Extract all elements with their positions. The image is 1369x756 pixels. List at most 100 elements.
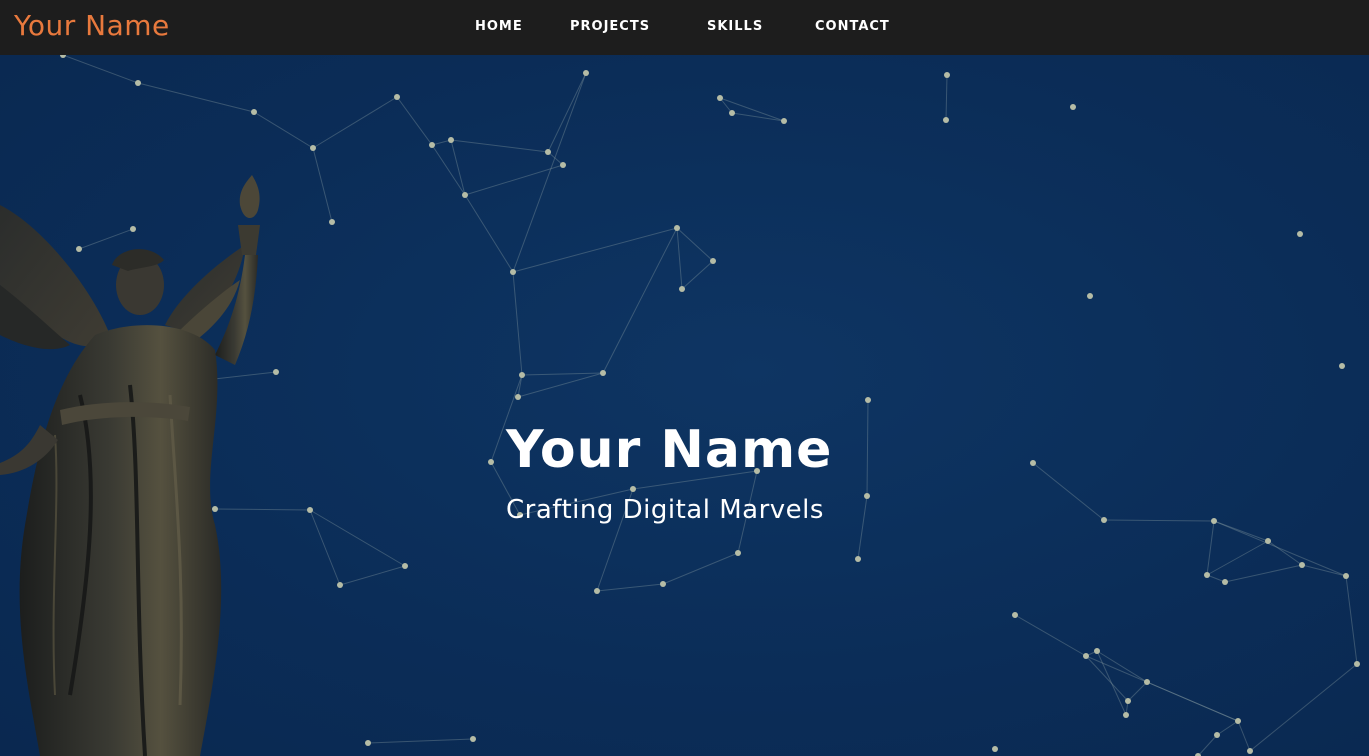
network-node: [943, 117, 949, 123]
network-edge: [367, 738, 474, 744]
network-edge: [866, 399, 869, 497]
network-node: [594, 588, 600, 594]
network-node: [1125, 698, 1131, 704]
network-node: [1299, 562, 1305, 568]
network-node: [560, 162, 566, 168]
network-edge: [512, 271, 523, 376]
network-node: [992, 746, 998, 752]
network-edge: [521, 372, 604, 376]
network-edge: [857, 495, 868, 560]
nav-link-home[interactable]: HOME: [475, 19, 523, 34]
network-node: [660, 581, 666, 587]
network-node: [583, 70, 589, 76]
network-edge: [450, 139, 466, 196]
network-node: [729, 110, 735, 116]
hero-section: Your Name Crafting Digital Marvels: [0, 55, 1369, 756]
network-node: [1265, 538, 1271, 544]
network-node: [394, 94, 400, 100]
network-edge: [431, 144, 466, 196]
network-edge: [945, 74, 948, 121]
network-node: [462, 192, 468, 198]
network-edge: [312, 96, 398, 149]
network-node: [1297, 231, 1303, 237]
network-edge: [1197, 734, 1218, 756]
network-node: [944, 72, 950, 78]
network-edge: [1103, 519, 1215, 522]
crescent-moon-icon: [1345, 18, 1353, 34]
network-node: [735, 550, 741, 556]
network-edge: [1127, 681, 1148, 702]
network-edge: [1014, 614, 1087, 657]
network-node: [488, 459, 494, 465]
network-edge: [396, 96, 433, 146]
network-edge: [596, 583, 664, 592]
network-edge: [1213, 520, 1347, 577]
network-edge: [602, 227, 678, 374]
nav-link-contact[interactable]: CONTACT: [815, 19, 890, 34]
network-edge: [339, 565, 406, 586]
network-edge: [309, 509, 341, 586]
network-node: [1123, 712, 1129, 718]
network-node: [337, 582, 343, 588]
nav-link-projects[interactable]: PROJECTS: [570, 19, 650, 34]
network-node: [1101, 517, 1107, 523]
theme-toggle-button[interactable]: [1335, 14, 1359, 38]
network-node: [781, 118, 787, 124]
network-node: [1144, 679, 1150, 685]
navbar: Your Name HOME PROJECTS SKILLS CONTACT: [0, 0, 1369, 55]
network-edge: [512, 72, 587, 273]
network-edge: [662, 552, 739, 585]
network-node: [864, 493, 870, 499]
network-edge: [1224, 564, 1303, 583]
network-edge: [1032, 462, 1105, 521]
network-edge: [309, 509, 406, 567]
network-edge: [464, 194, 514, 273]
network-node: [630, 486, 636, 492]
network-edge: [512, 227, 678, 273]
network-edge: [1267, 540, 1303, 566]
network-node: [855, 556, 861, 562]
network-node: [1204, 572, 1210, 578]
hero-title: Your Name: [506, 420, 833, 480]
network-node: [1070, 104, 1076, 110]
network-node: [717, 95, 723, 101]
brand-logo-link[interactable]: Your Name: [14, 9, 170, 42]
network-node: [307, 507, 313, 513]
network-node: [1083, 653, 1089, 659]
network-node: [448, 137, 454, 143]
network-node: [710, 258, 716, 264]
network-node: [365, 740, 371, 746]
network-node: [510, 269, 516, 275]
network-node: [519, 372, 525, 378]
network-edge: [1237, 720, 1251, 752]
network-edge: [547, 72, 587, 153]
network-edge: [312, 147, 333, 223]
network-edge: [1345, 575, 1358, 665]
network-node: [1094, 648, 1100, 654]
network-node: [310, 145, 316, 151]
network-node: [1343, 573, 1349, 579]
network-node: [402, 563, 408, 569]
network-node: [470, 736, 476, 742]
network-node: [1012, 612, 1018, 618]
network-edge: [1216, 720, 1239, 736]
network-node: [1235, 718, 1241, 724]
network-node: [1030, 460, 1036, 466]
network-node: [1087, 293, 1093, 299]
network-edge: [1085, 655, 1239, 722]
network-node: [429, 142, 435, 148]
network-edge: [1206, 520, 1215, 576]
network-node: [329, 219, 335, 225]
network-node: [600, 370, 606, 376]
network-edge: [1249, 663, 1358, 752]
nav-link-skills[interactable]: SKILLS: [707, 19, 763, 34]
network-node: [865, 397, 871, 403]
network-node: [1211, 518, 1217, 524]
angel-statue-image: [0, 175, 260, 756]
network-edge: [464, 164, 564, 196]
network-node: [1222, 579, 1228, 585]
network-edge: [676, 227, 714, 262]
network-edge: [1085, 655, 1129, 702]
network-edge: [681, 260, 714, 290]
network-edge: [517, 372, 604, 398]
